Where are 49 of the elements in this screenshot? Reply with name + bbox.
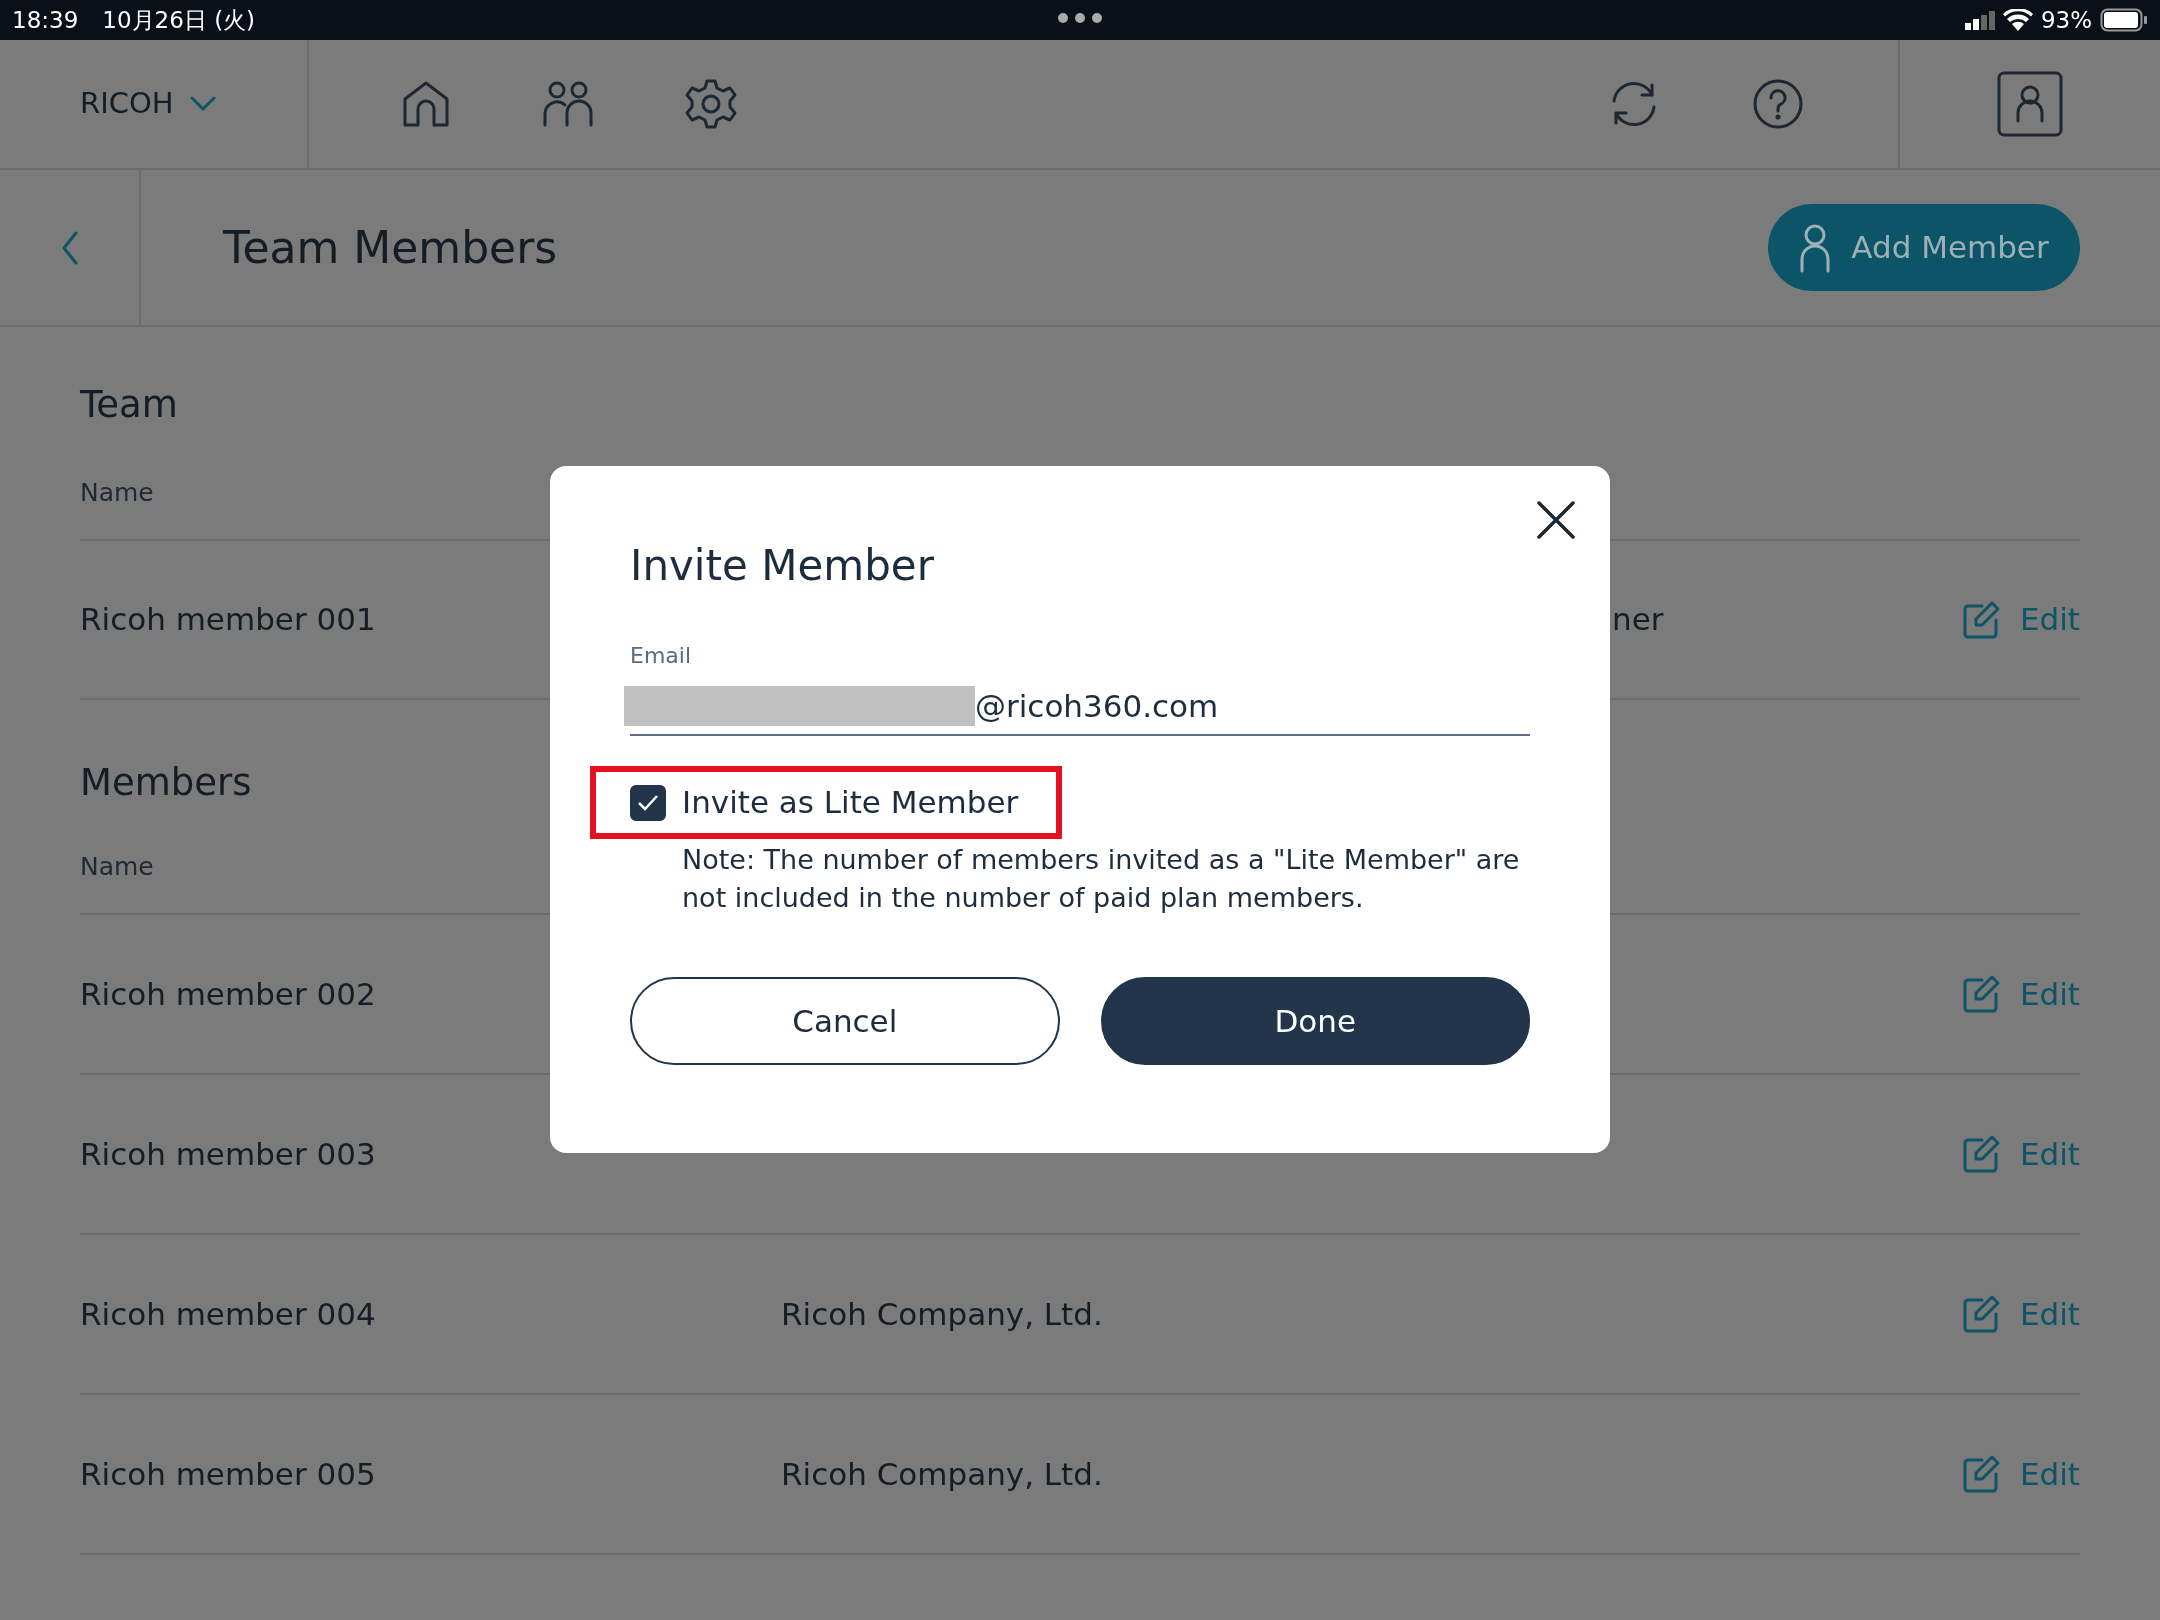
role-text: ner: [1612, 600, 1665, 640]
close-button[interactable]: [1536, 500, 1576, 540]
home-icon[interactable]: [401, 79, 451, 129]
member-name: Ricoh member 004: [80, 1294, 377, 1334]
column-header: Name: [80, 850, 154, 883]
signal-icon: [1964, 10, 1995, 30]
field-label: Email: [630, 642, 693, 670]
settings-icon[interactable]: [685, 78, 737, 130]
brand-dropdown[interactable]: RICOH: [80, 82, 216, 126]
edit-icon: [1961, 974, 2002, 1014]
section-heading: Members: [80, 759, 252, 806]
edit-link[interactable]: Edit: [1961, 970, 2080, 1018]
page-title: Team Members: [222, 220, 558, 275]
person-icon: [1799, 222, 1832, 273]
edit-icon: [1961, 1454, 2002, 1494]
help-icon[interactable]: [1752, 78, 1804, 130]
cancel-button[interactable]: Cancel: [630, 977, 1060, 1065]
member-name: Ricoh member 002: [80, 974, 377, 1014]
multitasking-dots-icon: [1057, 12, 1103, 24]
edit-link[interactable]: Edit: [1961, 1450, 2080, 1498]
edit-icon: [1961, 1134, 2002, 1174]
checkbox[interactable]: [630, 784, 666, 821]
edit-icon: [1961, 599, 2002, 640]
member-name: Ricoh member 005: [80, 1454, 377, 1494]
status-time: 18:39: [12, 5, 79, 35]
company-name: Ricoh Company, Ltd.: [781, 1294, 1104, 1334]
add-member-button[interactable]: Add Member: [1768, 204, 2080, 291]
chevron-down-icon: [189, 96, 216, 112]
check-icon: [637, 793, 659, 812]
note-text: Note: The number of members invited as a "Lite Member" are not included in the number of paid plan members.: [682, 843, 1521, 915]
company-name: Ricoh Company, Ltd.: [781, 1454, 1104, 1494]
status-date: 10月26日 (火): [102, 5, 256, 35]
email-field[interactable]: @ricoh360.com: [975, 682, 1475, 730]
battery-icon: [2100, 8, 2148, 32]
edit-icon: [1961, 1294, 2002, 1334]
edit-link[interactable]: Edit: [1961, 1130, 2080, 1178]
members-icon[interactable]: [543, 79, 593, 129]
section-heading: Team: [80, 381, 178, 428]
edit-link[interactable]: Edit: [1961, 596, 2080, 643]
wifi-icon: [2002, 9, 2033, 31]
battery-percent: 93%: [2040, 5, 2092, 35]
dialog-title: Invite Member: [630, 540, 935, 592]
profile-icon[interactable]: [1997, 71, 2063, 137]
member-name: Ricoh member 001: [80, 600, 377, 640]
edit-link[interactable]: Edit: [1961, 1290, 2080, 1338]
checkbox-label: Invite as Lite Member: [682, 783, 1019, 823]
done-button[interactable]: Done: [1100, 977, 1530, 1065]
member-name: Ricoh member 003: [80, 1134, 377, 1174]
column-header: Name: [80, 476, 154, 509]
